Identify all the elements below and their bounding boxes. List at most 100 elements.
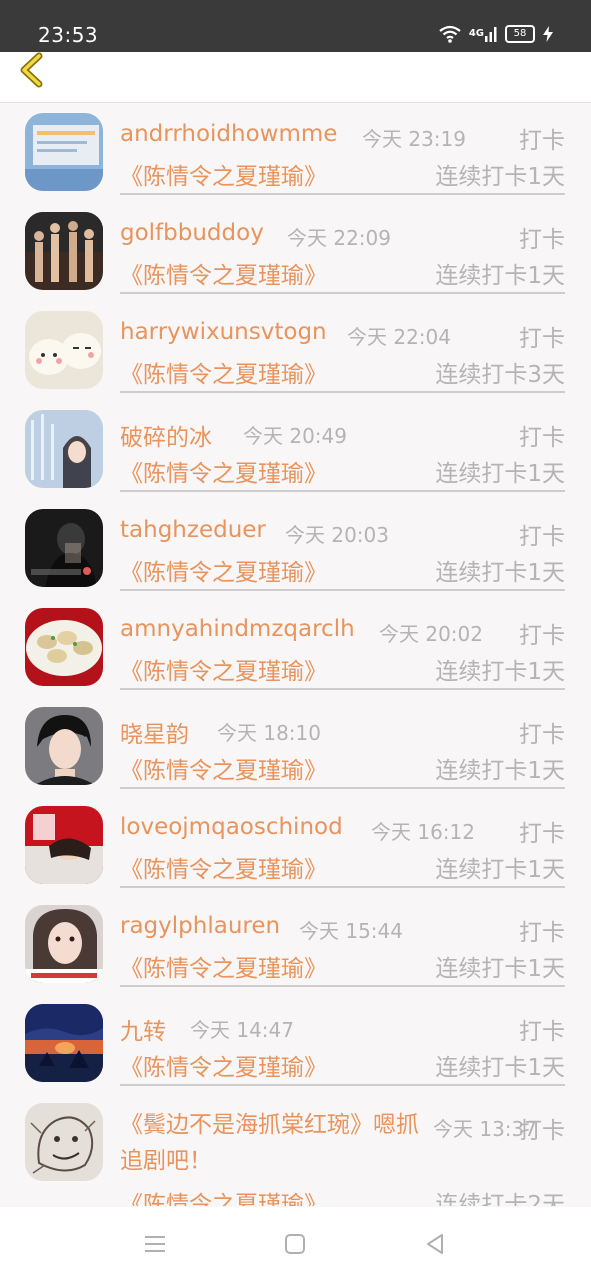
divider [120, 886, 565, 888]
divider [120, 292, 565, 294]
cell-signal: 4G [469, 26, 497, 42]
divider [120, 589, 565, 591]
avatar[interactable] [25, 410, 103, 488]
avatar[interactable] [25, 1004, 103, 1082]
divider [120, 391, 565, 393]
checkin-label: 打卡 [519, 128, 565, 154]
username[interactable]: golfbbuddoy [120, 220, 264, 246]
username[interactable]: 《鬓边不是海抓棠红琬》嗯抓追剧吧！ [120, 1107, 420, 1179]
book-title[interactable]: 《陈情令之夏瑾瑜》 [120, 355, 327, 389]
book-title[interactable]: 《陈情令之夏瑾瑜》 [120, 1048, 327, 1082]
list-item[interactable]: andrrhoidhowmme 今天 23:19 打卡 《陈情令之夏瑾瑜》 连续… [0, 103, 591, 202]
signal-icon [485, 27, 497, 42]
streak-count: 连续打卡1天 [435, 857, 565, 883]
status-time: 23:53 [38, 23, 99, 47]
streak-count: 连续打卡1天 [435, 659, 565, 685]
divider [120, 688, 565, 690]
avatar[interactable] [25, 311, 103, 389]
streak-count: 连续打卡1天 [435, 956, 565, 982]
checkin-label: 打卡 [519, 1019, 565, 1045]
divider [120, 1084, 565, 1086]
divider [120, 490, 565, 492]
checkin-time: 今天 14:47 [190, 1018, 294, 1042]
streak-count: 连续打卡1天 [435, 164, 565, 190]
username[interactable]: andrrhoidhowmme [120, 121, 337, 147]
checkin-label: 打卡 [519, 326, 565, 352]
username[interactable]: 九转 [120, 1012, 166, 1046]
list-item[interactable]: golfbbuddoy 今天 22:09 打卡 《陈情令之夏瑾瑜》 连续打卡1天 [0, 202, 591, 301]
top-bar [0, 52, 591, 103]
book-title[interactable]: 《陈情令之夏瑾瑜》 [120, 652, 327, 686]
checkin-time: 今天 20:49 [243, 424, 347, 448]
list-item[interactable]: ragylphlauren 今天 15:44 打卡 《陈情令之夏瑾瑜》 连续打卡… [0, 895, 591, 994]
streak-count: 连续打卡3天 [435, 362, 565, 388]
home-icon[interactable] [282, 1231, 308, 1257]
streak-count: 连续打卡1天 [435, 263, 565, 289]
streak-count: 连续打卡1天 [435, 1055, 565, 1081]
status-bar: 23:53 4G 58 [0, 0, 591, 52]
checkin-time: 今天 15:44 [299, 919, 403, 943]
checkin-label: 打卡 [519, 920, 565, 946]
streak-count: 连续打卡1天 [435, 560, 565, 586]
checkin-time: 今天 16:12 [371, 820, 475, 844]
status-icons: 4G 58 [439, 22, 553, 46]
streak-count: 连续打卡2天 [435, 1192, 565, 1206]
username[interactable]: tahghzeduer [120, 517, 266, 543]
list-item[interactable]: harrywixunsvtogn 今天 22:04 打卡 《陈情令之夏瑾瑜》 连… [0, 301, 591, 400]
charging-icon [543, 26, 553, 42]
checkin-time: 今天 20:02 [379, 622, 483, 646]
book-title[interactable]: 《陈情令之夏瑾瑜》 [120, 850, 327, 884]
checkin-list: andrrhoidhowmme 今天 23:19 打卡 《陈情令之夏瑾瑜》 连续… [0, 103, 591, 1206]
checkin-time: 今天 23:19 [362, 127, 466, 151]
list-item[interactable]: 《鬓边不是海抓棠红琬》嗯抓追剧吧！ 今天 13:37 打卡 《陈情令之夏瑾瑜》 … [0, 1093, 591, 1206]
checkin-time: 今天 20:03 [285, 523, 389, 547]
book-title[interactable]: 《陈情令之夏瑾瑜》 [120, 157, 327, 191]
book-title[interactable]: 《陈情令之夏瑾瑜》 [120, 949, 327, 983]
divider [120, 985, 565, 987]
checkin-label: 打卡 [519, 425, 565, 451]
username[interactable]: harrywixunsvtogn [120, 319, 327, 345]
checkin-label: 打卡 [519, 821, 565, 847]
menu-icon[interactable] [142, 1231, 168, 1257]
book-title[interactable]: 《陈情令之夏瑾瑜》 [120, 553, 327, 587]
username[interactable]: ragylphlauren [120, 913, 280, 939]
list-item[interactable]: amnyahindmzqarclh 今天 20:02 打卡 《陈情令之夏瑾瑜》 … [0, 598, 591, 697]
book-title[interactable]: 《陈情令之夏瑾瑜》 [120, 256, 327, 290]
list-item[interactable]: 九转 今天 14:47 打卡 《陈情令之夏瑾瑜》 连续打卡1天 [0, 994, 591, 1093]
avatar[interactable] [25, 113, 103, 191]
checkin-label: 打卡 [519, 1118, 565, 1144]
divider [120, 787, 565, 789]
streak-count: 连续打卡1天 [435, 461, 565, 487]
avatar[interactable] [25, 608, 103, 686]
back-arrow-icon[interactable] [14, 52, 50, 88]
avatar[interactable] [25, 212, 103, 290]
list-item[interactable]: 破碎的冰 今天 20:49 打卡 《陈情令之夏瑾瑜》 连续打卡1天 [0, 400, 591, 499]
username[interactable]: 破碎的冰 [120, 418, 212, 452]
list-item[interactable]: 晓星韵 今天 18:10 打卡 《陈情令之夏瑾瑜》 连续打卡1天 [0, 697, 591, 796]
checkin-label: 打卡 [519, 722, 565, 748]
list-item[interactable]: loveojmqaoschinod 今天 16:12 打卡 《陈情令之夏瑾瑜》 … [0, 796, 591, 895]
book-title[interactable]: 《陈情令之夏瑾瑜》 [120, 751, 327, 785]
back-icon[interactable] [422, 1231, 448, 1257]
checkin-label: 打卡 [519, 524, 565, 550]
avatar[interactable] [25, 905, 103, 983]
username[interactable]: loveojmqaoschinod [120, 814, 343, 840]
book-title[interactable]: 《陈情令之夏瑾瑜》 [120, 1185, 327, 1206]
avatar[interactable] [25, 1103, 103, 1181]
network-label: 4G [468, 28, 484, 39]
divider [120, 193, 565, 195]
list-item[interactable]: tahghzeduer 今天 20:03 打卡 《陈情令之夏瑾瑜》 连续打卡1天 [0, 499, 591, 598]
username[interactable]: 晓星韵 [120, 715, 189, 749]
system-nav-bar [0, 1207, 591, 1280]
avatar[interactable] [25, 806, 103, 884]
book-title[interactable]: 《陈情令之夏瑾瑜》 [120, 454, 327, 488]
checkin-label: 打卡 [519, 623, 565, 649]
checkin-label: 打卡 [519, 227, 565, 253]
avatar[interactable] [25, 509, 103, 587]
checkin-time: 今天 18:10 [217, 721, 321, 745]
streak-count: 连续打卡1天 [435, 758, 565, 784]
username[interactable]: amnyahindmzqarclh [120, 616, 355, 642]
avatar[interactable] [25, 707, 103, 785]
checkin-time: 今天 22:04 [347, 325, 451, 349]
wifi-icon [439, 25, 461, 43]
